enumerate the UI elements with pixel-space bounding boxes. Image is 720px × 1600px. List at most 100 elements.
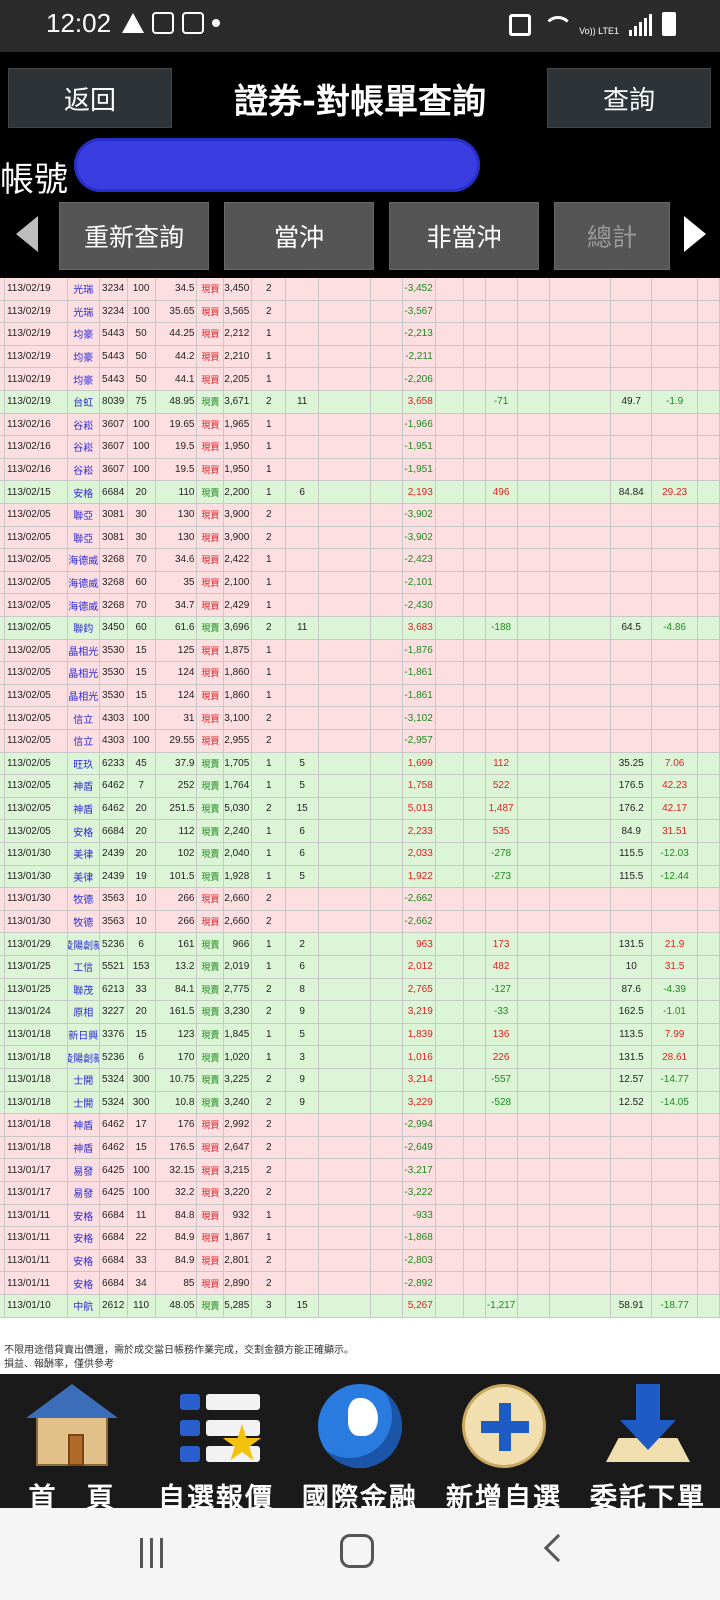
stock-code-cell: 2439 (99, 865, 128, 889)
table-row[interactable]: 113/01/30 美律 2439 20 102 現賣 2,040 1 6 2,033 -278 11… (0, 843, 720, 866)
price-cell: 130 (155, 504, 198, 527)
stock-code-cell: 8039 (99, 391, 128, 414)
empty-cell (435, 1023, 464, 1047)
extra2-cell (517, 278, 551, 301)
table-row[interactable]: 113/01/18 神盾 6462 15 176.5 現買 2,647 2 -2,649 (0, 1136, 720, 1160)
table-row[interactable]: 113/01/30 美律 2439 19 101.5 現賣 1,928 1 5 1,922 -273… (0, 865, 720, 889)
scroll-left-icon[interactable] (16, 216, 38, 252)
table-row[interactable]: 113/02/05 聯鈞 3450 60 61.6 現賣 3,696 2 11 3,683 -188… (0, 617, 720, 640)
table-row[interactable]: 113/01/18 神盾 6462 17 176 現買 2,992 2 -2,994 (0, 1114, 720, 1137)
back-arrow-icon[interactable] (543, 1533, 573, 1563)
table-row[interactable]: 113/02/05 旺玖 6233 45 37.9 現賣 1,705 1 5 1,699 112 35… (0, 752, 720, 776)
return-rate-cell: 42.23 (652, 775, 699, 798)
table-row[interactable]: 113/02/05 神盾 6462 20 251.5 現賣 5,030 2 15 5,013 1,4… (0, 797, 720, 821)
tax-cell (286, 707, 320, 730)
table-row[interactable]: 113/02/05 海德威 3268 70 34.6 現買 2,422 1 -2,423 (0, 549, 720, 572)
price-cell: 124 (155, 662, 198, 685)
return-rate-cell (652, 910, 699, 934)
table-row[interactable]: 113/02/19 均豪 5443 50 44.2 現買 2,210 1 -2,211 (0, 345, 720, 369)
table-row[interactable]: 113/01/11 安格 6684 33 84.9 現買 2,801 2 -2,803 (0, 1249, 720, 1273)
table-row[interactable]: 113/01/18 士開 5324 300 10.75 現賣 3,225 2 9 3,214 -55… (0, 1069, 720, 1092)
fee-cell: 2 (252, 730, 287, 753)
stock-name-cell: 聯亞 (67, 504, 100, 527)
table-row[interactable]: 113/02/15 安格 6684 20 110 現賣 2,200 1 6 2,193 496 84.… (0, 481, 720, 504)
table-row[interactable]: 113/02/05 晶相光 3530 15 124 現買 1,860 1 -1,861 (0, 684, 720, 708)
home-button-icon[interactable] (340, 1534, 374, 1568)
table-row[interactable]: 113/01/11 安格 6684 11 84.8 現買 932 1 -933 (0, 1204, 720, 1228)
extra2-cell (517, 865, 551, 889)
empty-cell (435, 933, 464, 956)
table-row[interactable]: 113/02/19 均豪 5443 50 44.1 現買 2,205 1 -2,206 (0, 368, 720, 391)
tab-total[interactable]: 總計 (554, 202, 670, 270)
table-row[interactable]: 113/01/30 牧德 3563 10 266 現買 2,660 2 -2,662 (0, 910, 720, 934)
table-row[interactable]: 113/02/05 信立 4303 100 29.55 現買 2,955 2 -2,957 (0, 730, 720, 753)
cost-price-cell: 176.5 (611, 775, 653, 798)
fee-cell: 2 (252, 1182, 287, 1205)
nav-add-watchlist[interactable]: 新增自選 (432, 1374, 576, 1514)
recents-icon[interactable] (140, 1538, 170, 1568)
table-row[interactable]: 113/02/05 海德威 3268 60 35 現買 2,100 1 -2,101 (0, 571, 720, 595)
empty-cell (435, 820, 464, 843)
table-row[interactable]: 113/02/16 谷崧 3607 100 19.5 現買 1,950 1 -1,951 (0, 436, 720, 459)
net-amount-cell: -3,902 (402, 526, 436, 550)
table-row[interactable]: 113/02/05 聯亞 3081 30 130 現買 3,900 2 -3,902 (0, 504, 720, 527)
table-row[interactable]: 113/01/10 中航 2612 110 48.05 現賣 5,285 3 15 5,267 -1… (0, 1295, 720, 1318)
nav-watchlist[interactable]: 自選報價 (144, 1374, 288, 1514)
tab-requery[interactable]: 重新查詢 (59, 202, 209, 270)
trade-type-cell: 現買 (197, 458, 225, 482)
nav-international[interactable]: 國際金融 (288, 1374, 432, 1514)
empty-cell (550, 1159, 612, 1182)
table-row[interactable]: 113/01/24 原相 3227 20 161.5 現賣 3,230 2 9 3,219 -33 1… (0, 1001, 720, 1024)
stock-name-cell: 聯鈞 (67, 617, 100, 640)
table-row[interactable]: 113/02/05 海德威 3268 70 34.7 現買 2,429 1 -2,430 (0, 594, 720, 617)
table-row[interactable]: 113/01/11 安格 6684 34 85 現買 2,890 2 -2,892 (0, 1272, 720, 1295)
empty-cell (698, 1295, 720, 1318)
tab-day-trade[interactable]: 當沖 (224, 202, 374, 270)
table-row[interactable]: 113/02/05 信立 4303 100 31 現買 3,100 2 -3,102 (0, 707, 720, 730)
fee-cell: 1 (252, 820, 287, 843)
nav-home[interactable]: 首 頁 (0, 1374, 144, 1514)
empty-cell (370, 504, 403, 527)
date-cell: 113/01/17 (4, 1159, 68, 1182)
query-button[interactable]: 查詢 (547, 68, 711, 128)
table-row[interactable]: 113/02/19 均豪 5443 50 44.25 現買 2,212 1 -2,213 (0, 323, 720, 346)
shares-cell: 45 (127, 752, 156, 776)
table-row[interactable]: 113/02/05 神盾 6462 7 252 現賣 1,764 1 5 1,758 522 176.… (0, 775, 720, 798)
table-row[interactable]: 113/02/19 台虹 8039 75 48.95 現賣 3,671 2 11 3,658 -71… (0, 391, 720, 414)
table-row[interactable]: 113/01/29凌陽創新52366161現賣96612 963 173 131.52… (0, 933, 720, 956)
stock-code-cell: 6425 (99, 1182, 128, 1205)
shares-cell: 10 (127, 888, 156, 911)
nav-place-order[interactable]: 委託下單 (576, 1374, 720, 1514)
table-row[interactable]: 113/01/18 新日興 3376 15 123 現賣 1,845 1 5 1,839 136 11… (0, 1023, 720, 1047)
table-row[interactable]: 113/02/16 谷崧 3607 100 19.65 現買 1,965 1 -1,966 (0, 413, 720, 437)
table-row[interactable]: 113/01/17 易發 6425 100 32.2 現買 3,220 2 -3,222 (0, 1182, 720, 1205)
price-cell: 29.55 (155, 730, 198, 753)
table-row[interactable]: 113/02/19 光瑞 3234 100 35.65 現買 3,565 2 -3,567 (0, 300, 720, 324)
extra-cell (319, 933, 371, 956)
table-row[interactable]: 113/01/18凌陽創新52366170現賣1,02013 1,016 226 13… (0, 1046, 720, 1069)
tax-cell (286, 1182, 320, 1205)
table-row[interactable]: 113/01/25 工信 5521 153 13.2 現賣 2,019 1 6 2,012 482 1… (0, 956, 720, 979)
table-row[interactable]: 113/01/30 牧德 3563 10 266 現買 2,660 2 -2,662 (0, 888, 720, 911)
table-row[interactable]: 113/02/16 谷崧 3607 100 19.5 現買 1,950 1 -1,951 (0, 458, 720, 482)
stock-name-cell: 新日興 (67, 1023, 100, 1047)
trade-type-cell: 現買 (197, 1136, 225, 1160)
table-row[interactable]: 113/01/18 士開 5324 300 10.8 現賣 3,240 2 9 3,229 -528… (0, 1091, 720, 1115)
extra-cell (319, 639, 371, 663)
statement-table[interactable]: 113/02/19 光瑞 3234 100 34.5 現買 3,450 2 -3,452 113/… (0, 278, 720, 1344)
empty-cell (698, 752, 720, 776)
table-row[interactable]: 113/01/25 聯茂 6213 33 84.1 現賣 2,775 2 8 2,765 -127 8… (0, 978, 720, 1002)
tab-non-day-trade[interactable]: 非當沖 (389, 202, 539, 270)
table-row[interactable]: 113/02/05 聯亞 3081 30 130 現買 3,900 2 -3,902 (0, 526, 720, 550)
table-row[interactable]: 113/01/11 安格 6684 22 84.9 現買 1,867 1 -1,868 (0, 1227, 720, 1250)
table-row[interactable]: 113/02/05 晶相光 3530 15 125 現買 1,875 1 -1,876 (0, 639, 720, 663)
empty-cell (698, 300, 720, 324)
stock-code-cell: 5236 (99, 1046, 128, 1069)
table-row[interactable]: 113/02/05 安格 6684 20 112 現賣 2,240 1 6 2,233 535 84.… (0, 820, 720, 843)
back-button[interactable]: 返回 (8, 68, 172, 128)
table-row[interactable]: 113/02/19 光瑞 3234 100 34.5 現買 3,450 2 -3,452 (0, 278, 720, 301)
fee-cell: 1 (252, 436, 287, 459)
table-row[interactable]: 113/01/17 易發 6425 100 32.15 現買 3,215 2 -3,217 (0, 1159, 720, 1182)
scroll-right-icon[interactable] (684, 216, 706, 252)
table-row[interactable]: 113/02/05 晶相光 3530 15 124 現買 1,860 1 -1,861 (0, 662, 720, 685)
